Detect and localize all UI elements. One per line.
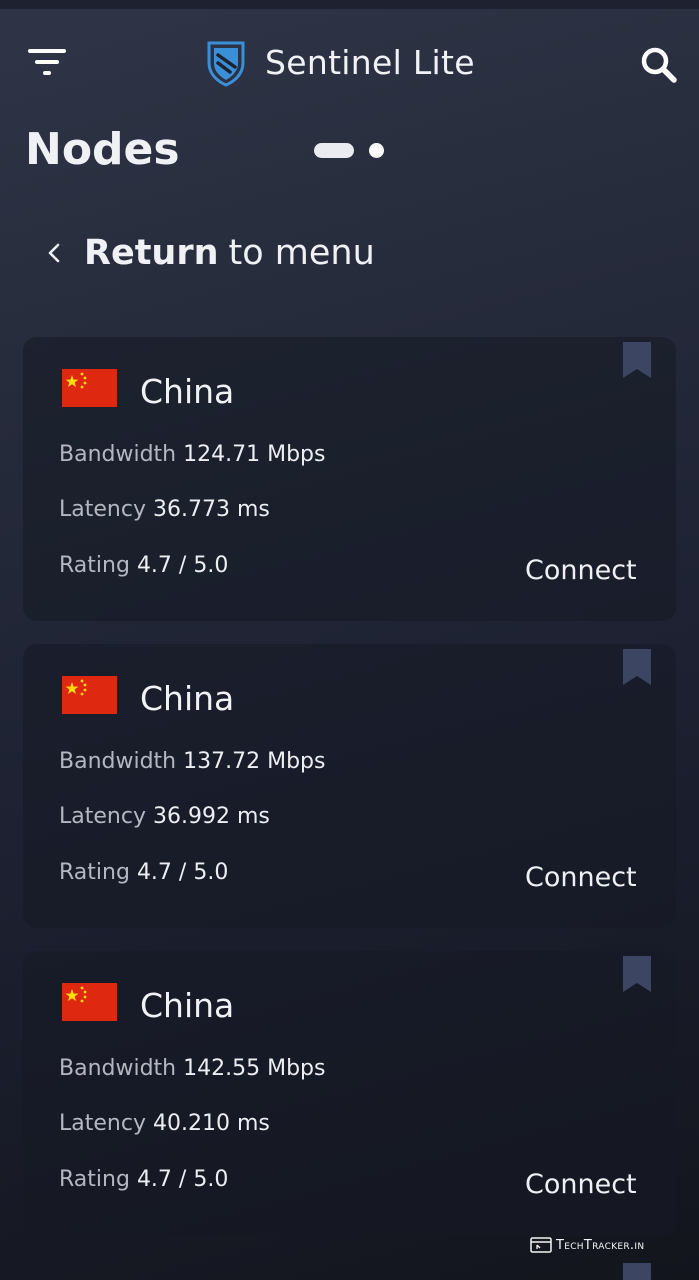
search-icon[interactable] xyxy=(640,46,678,84)
node-bandwidth: Bandwidth 142.55 Mbps xyxy=(59,1056,326,1081)
bandwidth-value: 142.55 Mbps xyxy=(183,1056,326,1081)
rating-value: 4.7 / 5.0 xyxy=(136,1167,229,1192)
node-latency: Latency 36.773 ms xyxy=(59,497,270,522)
status-bar xyxy=(0,0,699,9)
node-latency: Latency 40.210 ms xyxy=(59,1111,270,1136)
watermark-text: TechTracker.in xyxy=(556,1237,645,1253)
filter-menu-icon xyxy=(28,49,66,53)
page-indicator xyxy=(314,143,394,159)
menu-button[interactable] xyxy=(28,49,68,81)
latency-value: 36.992 ms xyxy=(152,804,270,829)
app-title: Sentinel Lite xyxy=(265,43,475,82)
browser-window-icon xyxy=(530,1237,552,1253)
rating-value: 4.7 / 5.0 xyxy=(136,553,229,578)
bandwidth-value: 124.71 Mbps xyxy=(183,442,326,467)
latency-value: 36.773 ms xyxy=(152,497,270,522)
node-rating: Rating 4.7 / 5.0 xyxy=(59,553,229,578)
node-country: China xyxy=(140,986,235,1025)
node-country: China xyxy=(140,372,235,411)
bookmark-icon[interactable] xyxy=(623,342,651,378)
shield-logo-icon xyxy=(207,41,245,87)
bandwidth-value: 137.72 Mbps xyxy=(183,749,326,774)
page-title: Nodes xyxy=(25,124,180,175)
return-to-menu-link[interactable]: Return to menu xyxy=(44,228,384,278)
node-rating: Rating 4.7 / 5.0 xyxy=(59,1167,229,1192)
bookmark-icon[interactable] xyxy=(623,956,651,992)
connect-button[interactable]: Connect xyxy=(525,1169,637,1200)
node-bandwidth: Bandwidth 124.71 Mbps xyxy=(59,442,326,467)
rating-value: 4.7 / 5.0 xyxy=(136,860,229,885)
node-card: China Bandwidth 124.71 Mbps Latency 36.7… xyxy=(23,337,676,621)
node-country: China xyxy=(140,679,235,718)
connect-button[interactable]: Connect xyxy=(525,555,637,586)
node-latency: Latency 36.992 ms xyxy=(59,804,270,829)
connect-button[interactable]: Connect xyxy=(525,862,637,893)
watermark: TechTracker.in xyxy=(530,1235,644,1255)
return-label-bold: Return xyxy=(84,233,219,273)
china-flag-icon xyxy=(62,676,117,714)
node-bandwidth: Bandwidth 137.72 Mbps xyxy=(59,749,326,774)
page-indicator-dot[interactable] xyxy=(369,143,384,158)
chevron-left-icon xyxy=(48,243,60,263)
bookmark-icon[interactable] xyxy=(623,1263,651,1280)
node-rating: Rating 4.7 / 5.0 xyxy=(59,860,229,885)
node-card: China Bandwidth 142.55 Mbps Latency 40.2… xyxy=(23,951,676,1235)
bookmark-icon[interactable] xyxy=(623,649,651,685)
app-header: Sentinel Lite xyxy=(0,9,699,109)
return-label-rest: to menu xyxy=(228,233,375,273)
page-indicator-active[interactable] xyxy=(314,143,354,158)
china-flag-icon xyxy=(62,983,117,1021)
latency-value: 40.210 ms xyxy=(152,1111,270,1136)
china-flag-icon xyxy=(62,369,117,407)
node-card: China Bandwidth 137.72 Mbps Latency 36.9… xyxy=(23,644,676,928)
